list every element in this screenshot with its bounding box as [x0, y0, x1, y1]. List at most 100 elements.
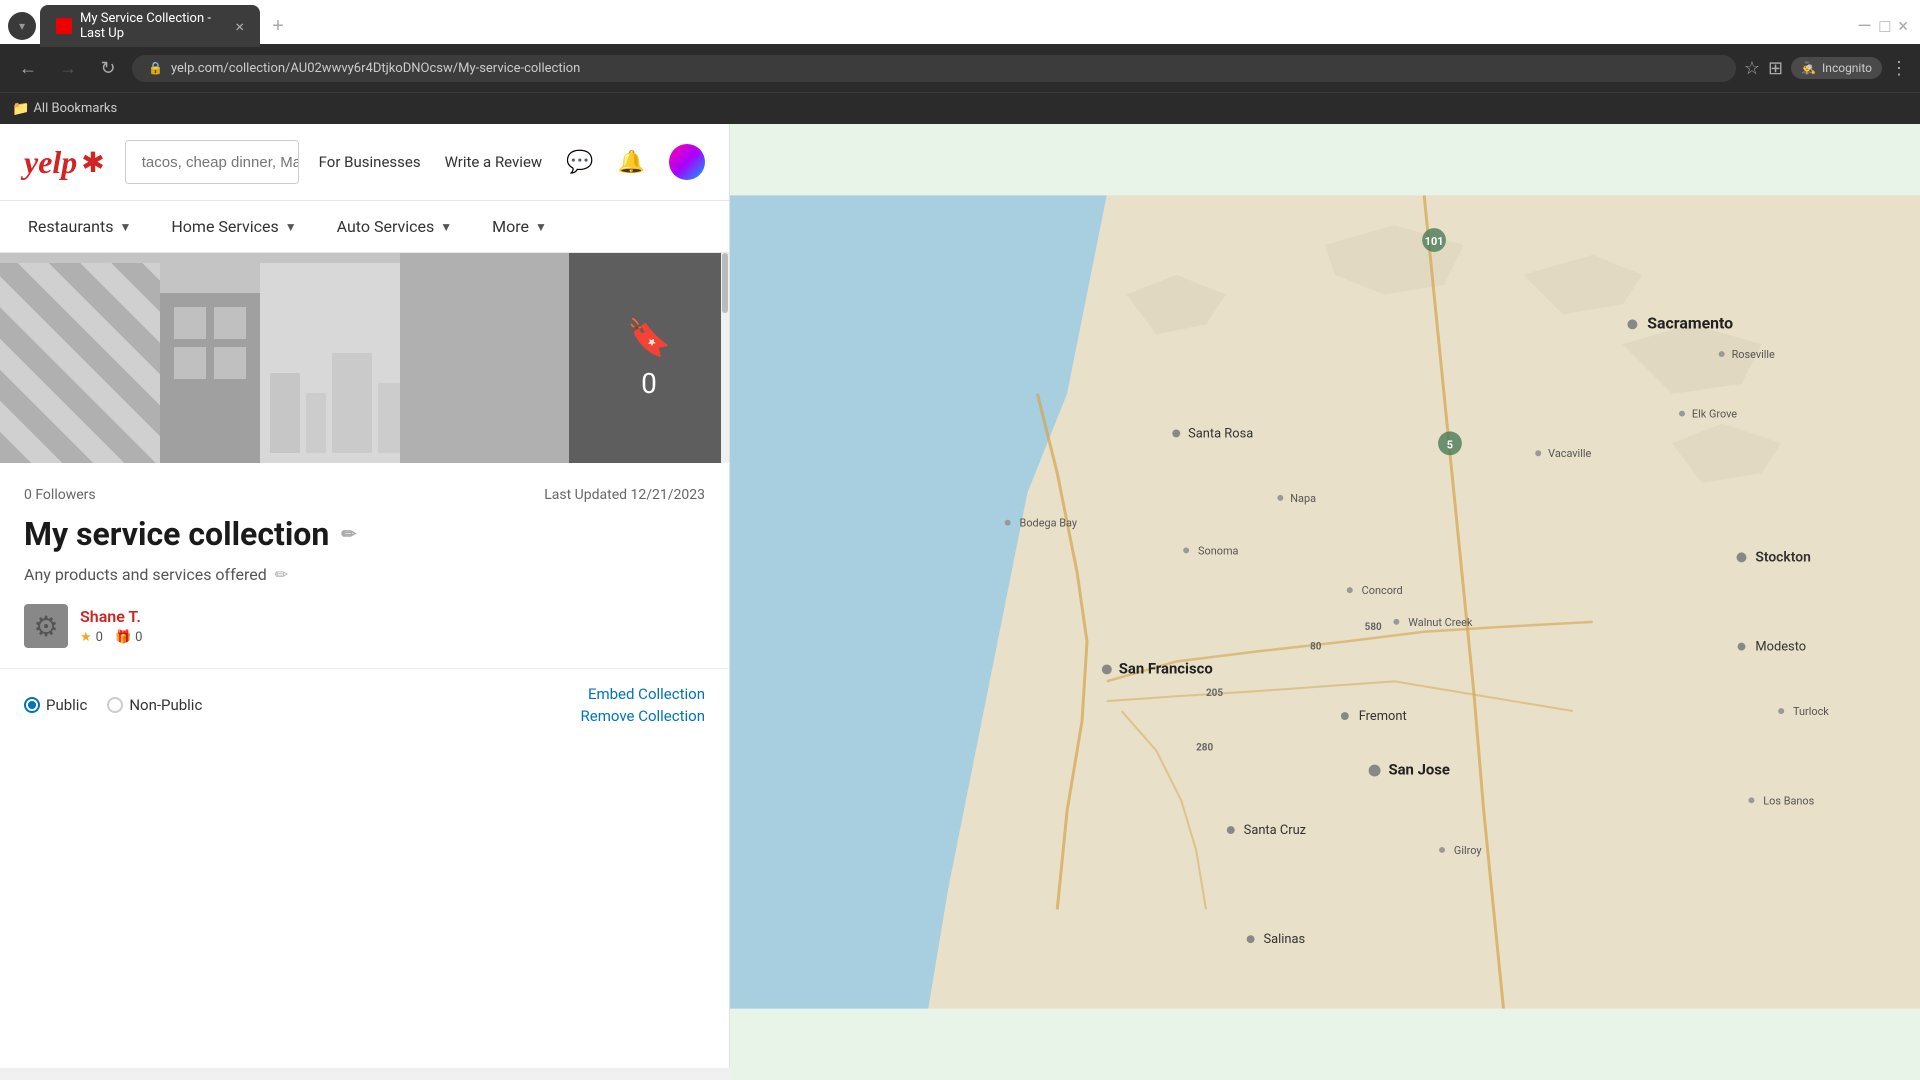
compliment-icon: 🎁	[115, 630, 131, 645]
write-review-link[interactable]: Write a Review	[445, 153, 543, 171]
user-info: ⚙ Shane T. ★ 0 🎁 0	[24, 604, 705, 648]
scroll-thumb[interactable]	[722, 253, 728, 313]
notifications-icon[interactable]: 🔔	[618, 150, 645, 175]
public-radio-option[interactable]: Public	[24, 696, 87, 714]
forward-button[interactable]: →	[52, 52, 84, 84]
arrow-back-icon: ▾	[19, 19, 25, 33]
user-avatar[interactable]	[669, 144, 705, 180]
incognito-icon: 🕵	[1801, 61, 1816, 75]
browser-chrome: ▾ My Service Collection - Last Up × + — …	[0, 0, 1920, 124]
messages-icon[interactable]: 💬	[566, 150, 593, 175]
nav-restaurants-chevron: ▼	[120, 220, 132, 234]
svg-text:Stockton: Stockton	[1755, 549, 1810, 565]
svg-text:Walnut Creek: Walnut Creek	[1408, 616, 1473, 629]
nav-more-chevron: ▼	[535, 220, 547, 234]
more-menu-icon[interactable]: ⋮	[1890, 58, 1908, 79]
header-links: For Businesses Write a Review 💬 🔔	[319, 144, 705, 180]
user-compliments-count: 0	[135, 630, 142, 645]
public-radio-button[interactable]	[24, 697, 40, 713]
incognito-button[interactable]: 🕵 Incognito	[1791, 57, 1882, 79]
non-public-radio-option[interactable]: Non-Public	[107, 696, 202, 714]
bookmark-star-icon[interactable]: ☆	[1744, 58, 1760, 79]
svg-text:101: 101	[1425, 235, 1444, 248]
nav-home-services-chevron: ▼	[285, 220, 297, 234]
back-button[interactable]: ←	[12, 52, 44, 84]
user-name[interactable]: Shane T.	[80, 607, 142, 626]
left-panel: yelp ✱ 🔍 For Businesses Write a Review 💬…	[0, 124, 730, 1080]
browser-nav-bar: ← → ↻ 🔒 yelp.com/collection/AU02wwvy6r4D…	[0, 44, 1920, 92]
nav-restaurants-label: Restaurants	[28, 217, 114, 236]
user-details: Shane T. ★ 0 🎁 0	[80, 607, 142, 645]
maximize-button[interactable]: □	[1880, 16, 1891, 37]
nav-home-services-label: Home Services	[171, 217, 278, 236]
extension-icon[interactable]: ⊞	[1768, 58, 1783, 79]
horizontal-scrollbar[interactable]	[0, 1068, 730, 1080]
star-icon: ★	[80, 630, 92, 645]
new-tab-button[interactable]: +	[264, 12, 292, 40]
svg-text:280: 280	[1196, 743, 1213, 754]
map-svg: 101 5 580 80 280 205 Sacramento Rosevill…	[730, 124, 1920, 1080]
user-avatar-gear-icon: ⚙	[33, 610, 58, 643]
edit-description-icon[interactable]: ✏	[275, 565, 288, 584]
collection-meta: 0 Followers Last Updated 12/21/2023	[24, 487, 705, 503]
svg-text:5: 5	[1447, 438, 1453, 451]
nav-more[interactable]: More ▼	[488, 201, 551, 252]
yelp-nav: Restaurants ▼ Home Services ▼ Auto Servi…	[0, 201, 729, 253]
vertical-scrollbar[interactable]	[721, 253, 729, 463]
collection-actions: Public Non-Public Embed Collection Remov…	[0, 668, 729, 741]
for-businesses-link[interactable]: For Businesses	[319, 153, 421, 171]
public-radio-label: Public	[46, 696, 87, 714]
collection-title-text: My service collection	[24, 515, 329, 553]
collection-description: Any products and services offered ✏	[24, 565, 705, 584]
collection-title: My service collection ✏	[24, 515, 705, 553]
url-text: yelp.com/collection/AU02wwvy6r4DtjkoDNOc…	[171, 61, 1720, 76]
yelp-logo[interactable]: yelp ✱	[24, 144, 105, 181]
followers-count: 0 Followers	[24, 487, 96, 503]
nav-auto-services-label: Auto Services	[337, 217, 435, 236]
svg-text:580: 580	[1365, 622, 1382, 633]
svg-text:Napa: Napa	[1290, 492, 1316, 505]
last-updated: Last Updated 12/21/2023	[544, 487, 705, 503]
svg-text:Sonoma: Sonoma	[1198, 544, 1238, 557]
all-bookmarks-item[interactable]: 📁 All Bookmarks	[12, 101, 117, 117]
tab-history-back[interactable]: ▾	[8, 12, 36, 40]
map-panel: 101 5 580 80 280 205 Sacramento Rosevill…	[730, 124, 1920, 1080]
refresh-icon: ↻	[100, 58, 115, 79]
search-input[interactable]	[126, 141, 299, 183]
nav-restaurants[interactable]: Restaurants ▼	[24, 201, 135, 252]
nav-auto-services[interactable]: Auto Services ▼	[333, 201, 457, 252]
svg-text:Santa Rosa: Santa Rosa	[1188, 426, 1253, 441]
embed-collection-link[interactable]: Embed Collection	[588, 685, 705, 703]
close-button[interactable]: ×	[1898, 16, 1908, 37]
svg-text:Sacramento: Sacramento	[1647, 313, 1733, 332]
svg-text:Gilroy: Gilroy	[1454, 844, 1482, 857]
address-bar[interactable]: 🔒 yelp.com/collection/AU02wwvy6r4DtjkoDN…	[132, 55, 1736, 82]
edit-title-icon[interactable]: ✏	[341, 524, 356, 545]
tab-close-button[interactable]: ×	[235, 17, 244, 36]
yelp-header: yelp ✱ 🔍 For Businesses Write a Review 💬…	[0, 124, 729, 201]
map-background: 101 5 580 80 280 205 Sacramento Rosevill…	[730, 124, 1920, 1080]
svg-text:Santa Cruz: Santa Cruz	[1244, 823, 1306, 838]
tab-title: My Service Collection - Last Up	[80, 11, 223, 41]
yelp-logo-star-icon: ✱	[81, 146, 104, 179]
bookmarks-folder-icon: 📁	[12, 101, 29, 117]
svg-text:Salinas: Salinas	[1264, 932, 1306, 947]
yelp-logo-text: yelp	[24, 144, 77, 181]
nav-home-services[interactable]: Home Services ▼	[167, 201, 300, 252]
page-content: yelp ✱ 🔍 For Businesses Write a Review 💬…	[0, 124, 1920, 1080]
collection-count-overlay: 🔖 0	[569, 253, 729, 463]
window-controls: — □ ×	[1857, 16, 1920, 37]
remove-collection-link[interactable]: Remove Collection	[581, 707, 705, 725]
user-avatar-small: ⚙	[24, 604, 68, 648]
search-bar: 🔍	[125, 140, 299, 184]
svg-text:Turlock: Turlock	[1793, 705, 1829, 718]
user-stars-stat: ★ 0	[80, 630, 103, 645]
non-public-radio-button[interactable]	[107, 697, 123, 713]
nav-auto-services-chevron: ▼	[440, 220, 452, 234]
banner-main-image	[0, 253, 400, 463]
collection-desc-text: Any products and services offered	[24, 565, 267, 584]
active-tab[interactable]: My Service Collection - Last Up ×	[40, 5, 260, 47]
svg-text:Vacaville: Vacaville	[1548, 447, 1591, 460]
refresh-button[interactable]: ↻	[92, 52, 124, 84]
minimize-button[interactable]: —	[1857, 16, 1871, 37]
